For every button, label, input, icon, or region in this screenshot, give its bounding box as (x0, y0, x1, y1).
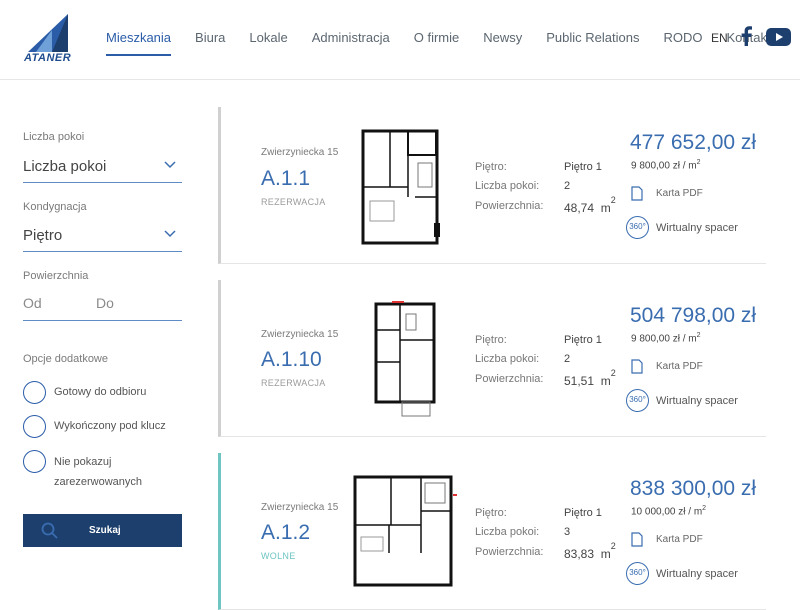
area-to-input[interactable]: Do (96, 295, 114, 311)
tour-360-icon[interactable]: 360° (626, 389, 649, 412)
site-header: ATANER Mieszkania Biura Lokale Administr… (0, 0, 800, 80)
floor-plan-image[interactable] (360, 127, 456, 245)
rooms-value: 2 (564, 353, 571, 365)
option-ready-label: Gotowy do odbioru (54, 386, 147, 398)
price: 504 798,00 zł (630, 304, 757, 327)
virtual-tour-link[interactable]: Wirtualny spacer (656, 222, 738, 234)
option-turnkey-label: Wykończony pod klucz (54, 420, 166, 432)
listing-status: WOLNE (261, 551, 296, 561)
floor-filter-label: Kondygnacja (23, 201, 87, 213)
rooms-label: Liczba pokoi: (475, 526, 540, 538)
checkbox-turnkey[interactable] (23, 415, 46, 438)
area-value: 48,74 m2 (564, 195, 616, 215)
rooms-filter-label: Liczba pokoi (23, 131, 85, 143)
price-per-m2-text: 9 800,00 zł / m (631, 333, 697, 345)
rooms-value: 2 (564, 180, 571, 192)
chevron-down-icon (164, 161, 176, 169)
main-nav: Mieszkania Biura Lokale Administracja O … (106, 30, 795, 56)
pdf-link[interactable]: Karta PDF (656, 188, 703, 199)
floor-label: Piętro: (475, 334, 507, 346)
nav-mieszkania[interactable]: Mieszkania (106, 30, 172, 56)
floor-label: Piętro: (475, 507, 507, 519)
price-per-m2: 10 000,00 zł / m2 (631, 505, 707, 518)
floor-select-value: Piętro (23, 227, 63, 244)
price-per-m2: 9 800,00 zł / m2 (631, 159, 701, 172)
floor-value: Piętro 1 (564, 161, 602, 173)
nav-lokale[interactable]: Lokale (249, 30, 287, 56)
area-label: Powierzchnia: (475, 373, 544, 385)
area-number: 51,51 (564, 374, 595, 388)
search-button-label: Szukaj (89, 525, 121, 536)
language-switch[interactable]: EN (711, 31, 728, 45)
nav-o-firmie[interactable]: O firmie (414, 30, 460, 56)
rooms-label: Liczba pokoi: (475, 353, 540, 365)
listing-status: REZERWACJA (261, 197, 326, 207)
area-label: Powierzchnia: (475, 200, 544, 212)
nav-administracja[interactable]: Administracja (312, 30, 390, 56)
nav-biura[interactable]: Biura (195, 30, 225, 56)
pdf-icon[interactable] (631, 186, 643, 201)
floor-select[interactable]: Piętro (23, 224, 182, 252)
search-button[interactable]: Szukaj (23, 514, 182, 547)
checkbox-ready[interactable] (23, 381, 46, 404)
rooms-label: Liczba pokoi: (475, 180, 540, 192)
pdf-icon[interactable] (631, 532, 643, 547)
area-number: 83,83 (564, 547, 595, 561)
listing-card[interactable]: Zwierzyniecka 15 A.1.2 WOLNE Piętro: Pię… (218, 453, 766, 610)
floor-plan-image[interactable] (370, 300, 442, 418)
search-icon (41, 522, 58, 539)
listing-card[interactable]: Zwierzyniecka 15 A.1.10 REZERWACJA Piętr… (218, 280, 766, 437)
area-from-input[interactable]: Od (23, 295, 42, 311)
nav-public-relations[interactable]: Public Relations (546, 30, 639, 56)
virtual-tour-link[interactable]: Wirtualny spacer (656, 568, 738, 580)
area-unit: m (600, 201, 611, 215)
floor-label: Piętro: (475, 161, 507, 173)
rooms-value: 3 (564, 526, 571, 538)
price-per-m2-text: 10 000,00 zł / m (631, 506, 703, 518)
floor-plan-image[interactable] (351, 473, 461, 589)
logo-text: ATANER (24, 52, 72, 64)
price: 477 652,00 zł (630, 131, 757, 154)
area-unit: m (600, 547, 611, 561)
listing-id[interactable]: A.1.2 (261, 521, 310, 545)
rooms-select-value: Liczba pokoi (23, 158, 107, 175)
tour-360-icon[interactable]: 360° (626, 562, 649, 585)
virtual-tour-link[interactable]: Wirtualny spacer (656, 395, 738, 407)
listing-id[interactable]: A.1.10 (261, 348, 322, 372)
chevron-down-icon (164, 230, 176, 238)
checkbox-hide-reserved[interactable] (23, 450, 46, 473)
listing-street: Zwierzyniecka 15 (261, 502, 339, 513)
area-number: 48,74 (564, 201, 595, 215)
price-per-m2-text: 9 800,00 zł / m (631, 160, 697, 172)
area-value: 51,51 m2 (564, 368, 616, 388)
rooms-select[interactable]: Liczba pokoi (23, 155, 182, 183)
area-label: Powierzchnia: (475, 546, 544, 558)
floor-value: Piętro 1 (564, 507, 602, 519)
facebook-icon[interactable] (740, 26, 752, 46)
listing-street: Zwierzyniecka 15 (261, 147, 339, 158)
youtube-icon[interactable] (766, 28, 791, 46)
listing-status: REZERWACJA (261, 378, 326, 388)
price: 838 300,00 zł (630, 477, 757, 500)
listing-card[interactable]: Zwierzyniecka 15 A.1.1 REZERWACJA Piętro… (218, 107, 766, 264)
pdf-link[interactable]: Karta PDF (656, 361, 703, 372)
nav-rodo[interactable]: RODO (663, 30, 702, 56)
pdf-link[interactable]: Karta PDF (656, 534, 703, 545)
area-range: Od Do (23, 285, 182, 321)
area-unit: m (600, 374, 611, 388)
option-hide-reserved-label: Nie pokazuj zarezerwowanych (54, 456, 143, 488)
listing-street: Zwierzyniecka 15 (261, 329, 339, 340)
listing-id[interactable]: A.1.1 (261, 167, 310, 191)
tour-360-icon[interactable]: 360° (626, 216, 649, 239)
area-value: 83,83 m2 (564, 541, 616, 561)
area-filter-label: Powierzchnia (23, 270, 89, 282)
options-label: Opcje dodatkowe (23, 353, 108, 365)
floor-value: Piętro 1 (564, 334, 602, 346)
nav-newsy[interactable]: Newsy (483, 30, 522, 56)
pdf-icon[interactable] (631, 359, 643, 374)
price-per-m2: 9 800,00 zł / m2 (631, 332, 701, 345)
